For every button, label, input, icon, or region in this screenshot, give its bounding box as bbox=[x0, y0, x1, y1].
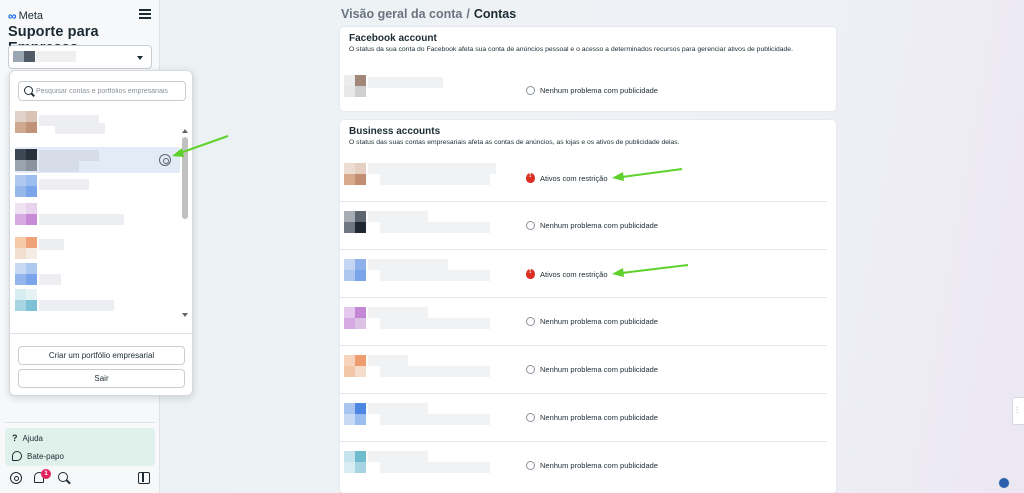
help-link[interactable]: ? Ajuda bbox=[12, 429, 43, 447]
table-row[interactable]: Nenhum problema com publicidade bbox=[340, 394, 836, 442]
radio-circle-icon bbox=[526, 317, 535, 326]
meta-logo-text: Meta bbox=[18, 10, 44, 22]
account-selector[interactable] bbox=[8, 45, 152, 69]
help-label: Ajuda bbox=[22, 433, 43, 443]
account-name-redacted bbox=[36, 51, 76, 62]
table-row[interactable]: Nenhum problema com publicidade bbox=[340, 346, 836, 394]
chat-link[interactable]: Bate-papo bbox=[12, 447, 64, 465]
chat-label: Bate-papo bbox=[27, 451, 64, 461]
sidebar-footer: 1 bbox=[0, 469, 160, 488]
search-icon[interactable] bbox=[58, 472, 68, 482]
chat-icon bbox=[12, 451, 22, 461]
status-text: Ativos com restrição bbox=[540, 269, 608, 279]
status-text: Nenhum problema com publicidade bbox=[540, 221, 658, 230]
status-indicator: Nenhum problema com publicidade bbox=[526, 221, 658, 230]
side-feedback-tab[interactable]: ⫶ bbox=[1012, 397, 1024, 425]
portfolio-search-input[interactable] bbox=[36, 84, 184, 98]
annotation-arrow bbox=[612, 264, 689, 277]
scroll-down-icon[interactable] bbox=[182, 313, 188, 317]
list-item[interactable] bbox=[15, 109, 180, 135]
radio-circle-icon bbox=[526, 461, 535, 470]
annotation-arrow bbox=[172, 135, 229, 157]
annotation-arrow bbox=[612, 168, 683, 181]
status-indicator: Nenhum problema com publicidade bbox=[526, 461, 658, 470]
status-indicator: Nenhum problema com publicidade bbox=[526, 413, 658, 422]
business-accounts-description: O status das suas contas empresariais af… bbox=[349, 139, 680, 146]
globe-icon[interactable] bbox=[998, 477, 1010, 489]
facebook-account-title: Facebook account bbox=[349, 33, 437, 44]
status-text: Nenhum problema com publicidade bbox=[540, 365, 658, 374]
business-accounts-title: Business accounts bbox=[349, 126, 441, 137]
status-indicator: Ativos com restrição bbox=[526, 172, 608, 183]
help-panel: ? Ajuda Bate-papo bbox=[5, 428, 155, 466]
breadcrumb-current: Contas bbox=[473, 7, 517, 21]
account-avatar bbox=[13, 51, 24, 62]
facebook-account-row[interactable]: Nenhum problema com publicidade bbox=[340, 67, 836, 115]
portfolio-dropdown: Criar um portfólio empresarial Sair bbox=[9, 70, 193, 396]
list-item[interactable] bbox=[15, 261, 180, 287]
create-portfolio-button[interactable]: Criar um portfólio empresarial bbox=[18, 346, 185, 365]
panel-toggle-icon[interactable] bbox=[138, 472, 150, 484]
status-text: Nenhum problema com publicidade bbox=[540, 317, 658, 326]
menu-icon[interactable] bbox=[139, 9, 151, 19]
status-text: Nenhum problema com publicidade bbox=[540, 461, 658, 470]
list-item[interactable] bbox=[15, 173, 180, 199]
divider bbox=[5, 422, 155, 423]
status-text: Nenhum problema com publicidade bbox=[540, 86, 658, 95]
business-accounts-card: Business accounts O status das suas cont… bbox=[340, 120, 836, 493]
status-indicator: Ativos com restrição bbox=[526, 268, 608, 279]
meta-logo-icon: ∞ bbox=[8, 9, 17, 23]
table-row[interactable]: Nenhum problema com publicidade bbox=[340, 202, 836, 250]
list-item[interactable] bbox=[15, 235, 180, 261]
status-indicator: Nenhum problema com publicidade bbox=[526, 86, 658, 95]
radio-circle-icon bbox=[526, 365, 535, 374]
list-item[interactable] bbox=[15, 201, 180, 227]
table-row[interactable]: Nenhum problema com publicidade bbox=[340, 298, 836, 346]
facebook-account-description: O status da sua conta do Facebook afeta … bbox=[349, 46, 793, 53]
meta-logo[interactable]: ∞ Meta bbox=[8, 9, 43, 23]
side-tab-icon: ⫶ bbox=[1016, 405, 1019, 415]
status-text: Nenhum problema com publicidade bbox=[540, 413, 658, 422]
notification-badge: 1 bbox=[41, 469, 51, 479]
portfolio-search[interactable] bbox=[18, 81, 186, 101]
breadcrumb: Visão geral da conta / Contas bbox=[341, 7, 516, 21]
warning-icon bbox=[526, 172, 535, 183]
breadcrumb-separator: / bbox=[466, 7, 470, 21]
dropdown-divider bbox=[10, 333, 192, 334]
portfolio-list bbox=[10, 109, 182, 359]
list-item-selected[interactable] bbox=[15, 147, 180, 173]
status-indicator: Nenhum problema com publicidade bbox=[526, 365, 658, 374]
help-icon: ? bbox=[12, 433, 18, 443]
list-item[interactable] bbox=[15, 287, 180, 313]
radio-circle-icon bbox=[526, 221, 535, 230]
table-row[interactable]: Ativos com restrição bbox=[340, 250, 836, 298]
settings-icon[interactable] bbox=[10, 472, 22, 484]
warning-icon bbox=[526, 268, 535, 279]
facebook-account-card: Facebook account O status da sua conta d… bbox=[340, 27, 836, 111]
radio-circle-icon bbox=[526, 413, 535, 422]
chevron-down-icon[interactable] bbox=[137, 56, 143, 60]
radio-circle-icon bbox=[526, 86, 535, 95]
breadcrumb-parent[interactable]: Visão geral da conta bbox=[341, 7, 462, 21]
search-icon bbox=[24, 86, 33, 95]
table-row[interactable]: Nenhum problema com publicidade bbox=[340, 442, 836, 490]
exit-button[interactable]: Sair bbox=[18, 369, 185, 388]
account-avatar-2 bbox=[24, 51, 35, 62]
status-indicator: Nenhum problema com publicidade bbox=[526, 317, 658, 326]
table-row[interactable]: Ativos com restrição bbox=[340, 154, 836, 202]
status-text: Ativos com restrição bbox=[540, 173, 608, 183]
